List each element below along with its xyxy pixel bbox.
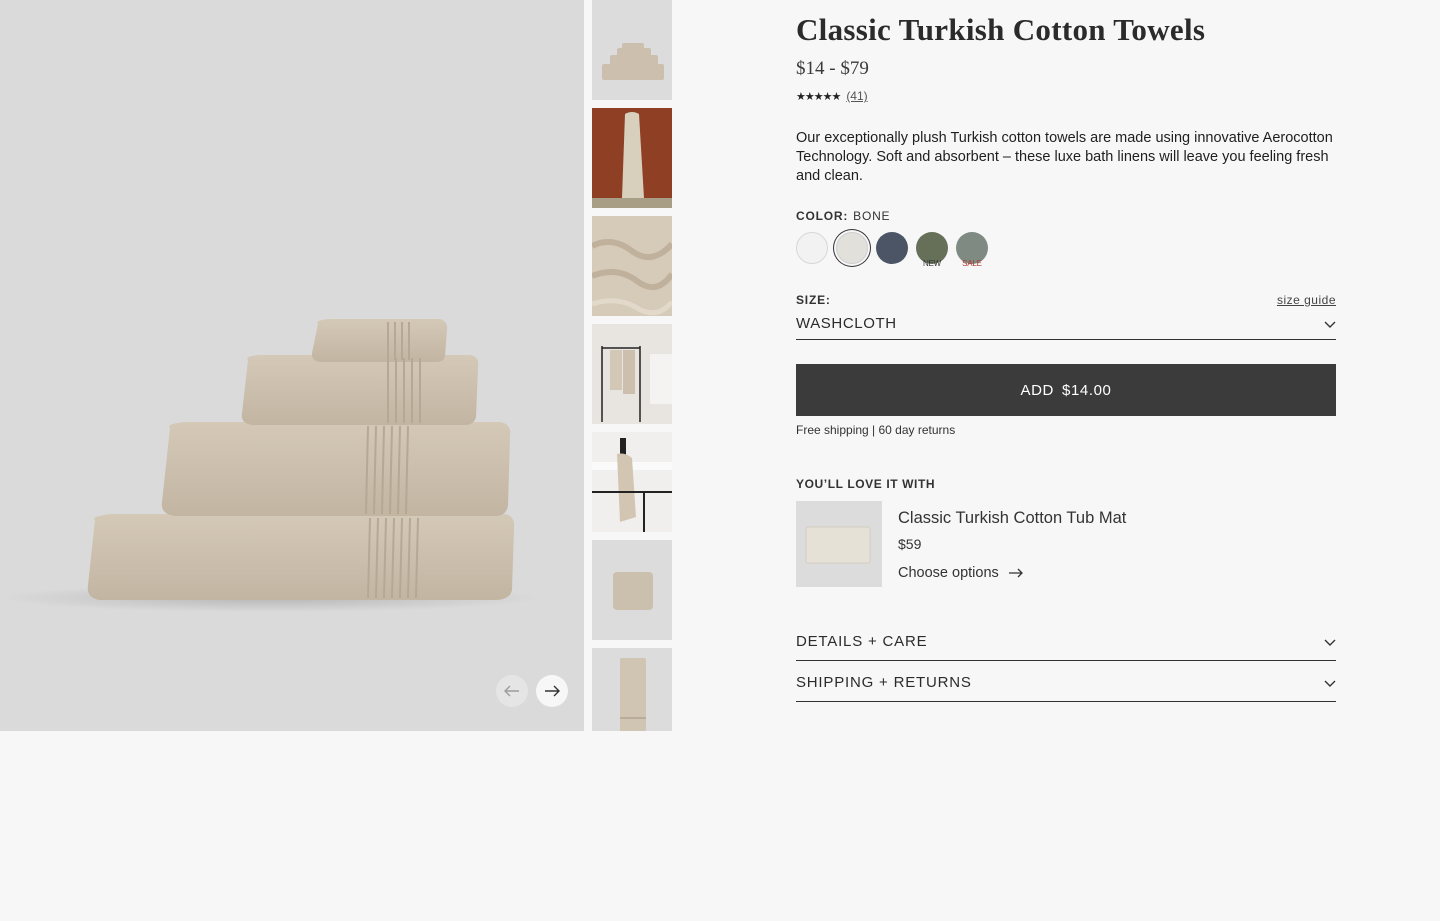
accordion-label: SHIPPING + RETURNS bbox=[796, 674, 972, 691]
thumbnail-bathroom[interactable] bbox=[592, 432, 672, 532]
previous-image-button[interactable] bbox=[496, 675, 528, 707]
new-badge: NEW bbox=[922, 259, 942, 268]
product-title: Classic Turkish Cotton Towels bbox=[796, 12, 1206, 47]
chevron-down-icon bbox=[1324, 680, 1336, 687]
add-to-cart-button[interactable]: ADD $14.00 bbox=[796, 364, 1336, 416]
color-label-heading: COLOR: bbox=[796, 209, 849, 223]
upsell-product-price: $59 bbox=[898, 536, 922, 552]
accordion-label: DETAILS + CARE bbox=[796, 633, 928, 650]
review-count-link[interactable]: (41) bbox=[846, 89, 867, 103]
towel-stack-image bbox=[0, 319, 540, 612]
next-image-button[interactable] bbox=[536, 675, 568, 707]
choose-options-link[interactable]: Choose options bbox=[898, 565, 1024, 581]
swatch-white[interactable] bbox=[796, 232, 828, 264]
size-guide-link[interactable]: size guide bbox=[1277, 293, 1336, 307]
selected-color-name: BONE bbox=[853, 209, 891, 223]
swatch-bone[interactable] bbox=[836, 232, 868, 264]
thumbnail-towel-rack[interactable] bbox=[592, 324, 672, 424]
chevron-down-icon bbox=[1324, 321, 1336, 328]
add-button-label: ADD bbox=[1020, 381, 1054, 399]
rating-stars: ★★★★★ bbox=[796, 90, 841, 103]
thumbnail-hand-towel[interactable] bbox=[592, 648, 672, 731]
thumbnail-texture[interactable] bbox=[592, 216, 672, 316]
product-description: Our exceptionally plush Turkish cotton t… bbox=[796, 130, 1333, 184]
thumbnail-towel-stack[interactable] bbox=[592, 0, 672, 100]
thumbnail-folded-washcloth[interactable] bbox=[592, 540, 672, 640]
choose-options-label: Choose options bbox=[898, 565, 999, 581]
arrow-right-icon bbox=[1008, 568, 1023, 578]
product-main-image bbox=[0, 0, 584, 731]
shipping-note: Free shipping | 60 day returns bbox=[796, 423, 956, 437]
product-rating[interactable]: ★★★★★ (41) bbox=[796, 89, 868, 103]
sale-badge: SALE bbox=[962, 259, 982, 268]
upsell-product-image[interactable] bbox=[796, 501, 882, 587]
add-button-price: $14.00 bbox=[1062, 381, 1112, 399]
chevron-down-icon bbox=[1324, 639, 1336, 646]
thumbnail-strip bbox=[592, 0, 672, 731]
selected-size: WASHCLOTH bbox=[796, 315, 897, 332]
size-label: SIZE: bbox=[796, 293, 831, 307]
price-range: $14 - $79 bbox=[796, 58, 869, 79]
upsell-heading: YOU’LL LOVE IT WITH bbox=[796, 477, 936, 491]
details-care-accordion[interactable]: DETAILS + CARE bbox=[796, 631, 1336, 661]
shipping-returns-accordion[interactable]: SHIPPING + RETURNS bbox=[796, 672, 1336, 702]
swatch-slate-blue[interactable] bbox=[876, 232, 908, 264]
color-label: COLOR: BONE bbox=[796, 209, 890, 223]
size-dropdown[interactable]: WASHCLOTH bbox=[796, 312, 1336, 340]
arrow-left-icon bbox=[504, 685, 519, 697]
thumbnail-hanging-towel[interactable] bbox=[592, 108, 672, 208]
upsell-product-name[interactable]: Classic Turkish Cotton Tub Mat bbox=[898, 509, 1126, 528]
arrow-right-icon bbox=[545, 685, 560, 697]
